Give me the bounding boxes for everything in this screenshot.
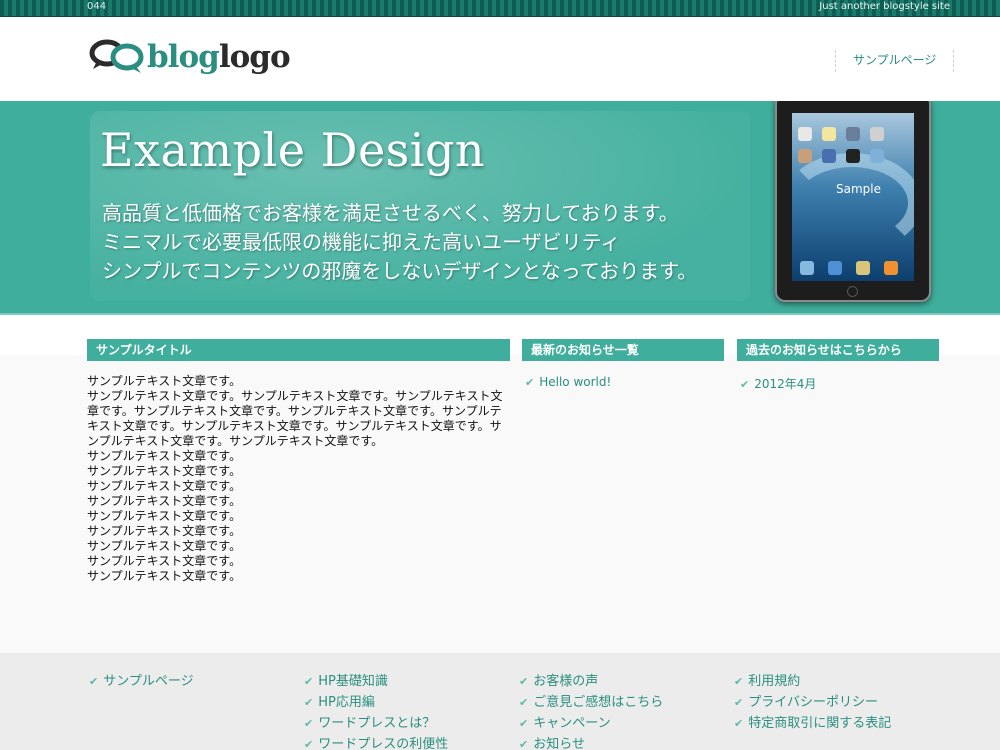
hero-line: ミニマルで必要最低限の機能に抑えた高いユーザビリティ: [102, 230, 621, 254]
footer-link[interactable]: HP基礎知識: [318, 674, 388, 689]
tablet-screen: Sample: [792, 113, 914, 281]
site-tagline: Just another blogstyle site: [819, 1, 950, 12]
archive-list: ✔ 2012年4月: [740, 375, 816, 392]
footer-column: ✔ サンプルページ: [89, 671, 194, 692]
footer-item: ✔ ワードプレスとは？: [304, 713, 448, 734]
text-line: サンプルテキスト文章です。: [87, 494, 242, 508]
archive-widget-title: 過去のお知らせはこちらから: [737, 339, 939, 361]
text-line: サンプルテキスト文章です。: [87, 449, 242, 463]
video-icon: [822, 149, 836, 163]
logo-text-logo: logo: [218, 39, 291, 75]
maps-icon: [798, 149, 812, 163]
footer-link[interactable]: ご意見ご感想はこちら: [533, 695, 663, 710]
footer-item: ✔ プライバシーポリシー: [734, 692, 891, 713]
settings-icon: [870, 127, 884, 141]
tablet-sample-label: Sample: [836, 182, 881, 196]
safari-icon: [800, 261, 814, 275]
footer-link[interactable]: プライバシーポリシー: [748, 695, 878, 710]
text-line: サンプルテキスト文章です。: [87, 554, 242, 568]
footer-item: ✔ ワードプレスの利便性: [304, 734, 448, 750]
footer-item: ✔ お客様の声: [519, 671, 663, 692]
check-icon: ✔: [734, 675, 744, 688]
contacts-icon: [846, 127, 860, 141]
youtube-icon: [846, 149, 860, 163]
footer-column: ✔ お客様の声 ✔ ご意見ご感想はこちら ✔ キャンペーン ✔ お知らせ: [519, 671, 663, 750]
speech-bubbles-icon: [89, 39, 144, 73]
paragraph: サンプルテキスト文章です。サンプルテキスト文章です。サンプルテキスト文章です。サ…: [87, 389, 503, 448]
check-icon: ✔: [89, 675, 99, 688]
article-body: サンプルテキスト文章です。 サンプルテキスト文章です。サンプルテキスト文章です。…: [87, 374, 509, 584]
check-icon: ✔: [734, 696, 744, 709]
itunes-icon: [870, 149, 884, 163]
check-icon: ✔: [519, 696, 529, 709]
site-header: bloglogo サンプルページ: [0, 18, 1000, 101]
footer-item: ✔ サンプルページ: [89, 671, 194, 692]
nav-item-sample-page[interactable]: サンプルページ: [853, 50, 936, 70]
notes-icon: [822, 127, 836, 141]
text-line: サンプルテキスト文章です。: [87, 539, 242, 553]
page-number: 044: [87, 1, 107, 12]
check-icon: ✔: [304, 696, 314, 709]
paragraph: サンプルテキスト文章です。: [87, 374, 242, 388]
main-nav: サンプルページ: [835, 50, 955, 72]
footer-link[interactable]: ワードプレスの利便性: [318, 737, 448, 750]
footer-link[interactable]: HP応用編: [318, 695, 375, 710]
check-icon: ✔: [519, 675, 529, 688]
check-icon: ✔: [519, 717, 529, 730]
footer-item: ✔ HP応用編: [304, 692, 448, 713]
hero-title: Example Design: [100, 123, 486, 177]
footer-link[interactable]: お客様の声: [533, 674, 598, 689]
footer-item: ✔ キャンペーン: [519, 713, 663, 734]
check-icon: ✔: [519, 738, 529, 750]
archive-link[interactable]: 2012年4月: [754, 377, 816, 391]
footer-link[interactable]: 特定商取引に関する表記: [748, 716, 891, 731]
ipod-icon: [884, 261, 898, 275]
news-list: ✔ Hello world!: [525, 375, 611, 389]
footer-link[interactable]: お知らせ: [533, 737, 585, 750]
content-title: サンプルタイトル: [87, 339, 510, 361]
footer-item: ✔ 利用規約: [734, 671, 891, 692]
check-icon: ✔: [734, 717, 744, 730]
list-item: ✔ 2012年4月: [740, 375, 816, 392]
list-item: ✔ Hello world!: [525, 375, 611, 389]
check-icon: ✔: [525, 376, 535, 389]
news-widget-title: 最新のお知らせ一覧: [522, 339, 724, 361]
site-logo[interactable]: bloglogo: [89, 35, 291, 79]
footer-item: ✔ お知らせ: [519, 734, 663, 750]
hero-banner: Example Design 高品質と低価格でお客様を満足させるべく、努力してお…: [0, 101, 1000, 315]
hero-text: 高品質と低価格でお客様を満足させるべく、努力しております。 ミニマルで必要最低限…: [102, 199, 697, 286]
photos-icon: [856, 261, 870, 275]
tablet-image: Sample: [775, 101, 931, 302]
footer-column: ✔ 利用規約 ✔ プライバシーポリシー ✔ 特定商取引に関する表記: [734, 671, 891, 734]
home-button: [847, 286, 858, 297]
hero-line: 高品質と低価格でお客様を満足させるべく、努力しております。: [102, 201, 679, 225]
check-icon: ✔: [740, 378, 750, 391]
check-icon: ✔: [304, 717, 314, 730]
footer-item: ✔ HP基礎知識: [304, 671, 448, 692]
footer-item: ✔ 特定商取引に関する表記: [734, 713, 891, 734]
text-line: サンプルテキスト文章です。: [87, 509, 242, 523]
footer-link[interactable]: サンプルページ: [103, 674, 193, 689]
check-icon: ✔: [304, 738, 314, 750]
footer-item: ✔ ご意見ご感想はこちら: [519, 692, 663, 713]
text-line: サンプルテキスト文章です。: [87, 524, 242, 538]
footer-link[interactable]: キャンペーン: [533, 716, 610, 731]
top-strip: 044 Just another blogstyle site: [0, 0, 1000, 17]
footer-link[interactable]: ワードプレスとは？: [318, 716, 435, 731]
text-line: サンプルテキスト文章です。: [87, 479, 242, 493]
hero-line: シンプルでコンテンツの邪魔をしないデザインとなっております。: [102, 259, 698, 283]
text-line: サンプルテキスト文章です。: [87, 464, 242, 478]
calendar-icon: [798, 127, 812, 141]
news-link[interactable]: Hello world!: [539, 375, 611, 389]
footer-column: ✔ HP基礎知識 ✔ HP応用編 ✔ ワードプレスとは？ ✔ ワードプレスの利便性: [304, 671, 448, 750]
text-line: サンプルテキスト文章です。: [87, 569, 242, 583]
logo-text-blog: blog: [147, 39, 220, 75]
check-icon: ✔: [304, 675, 314, 688]
footer-link[interactable]: 利用規約: [748, 674, 800, 689]
mail-icon: [828, 261, 842, 275]
